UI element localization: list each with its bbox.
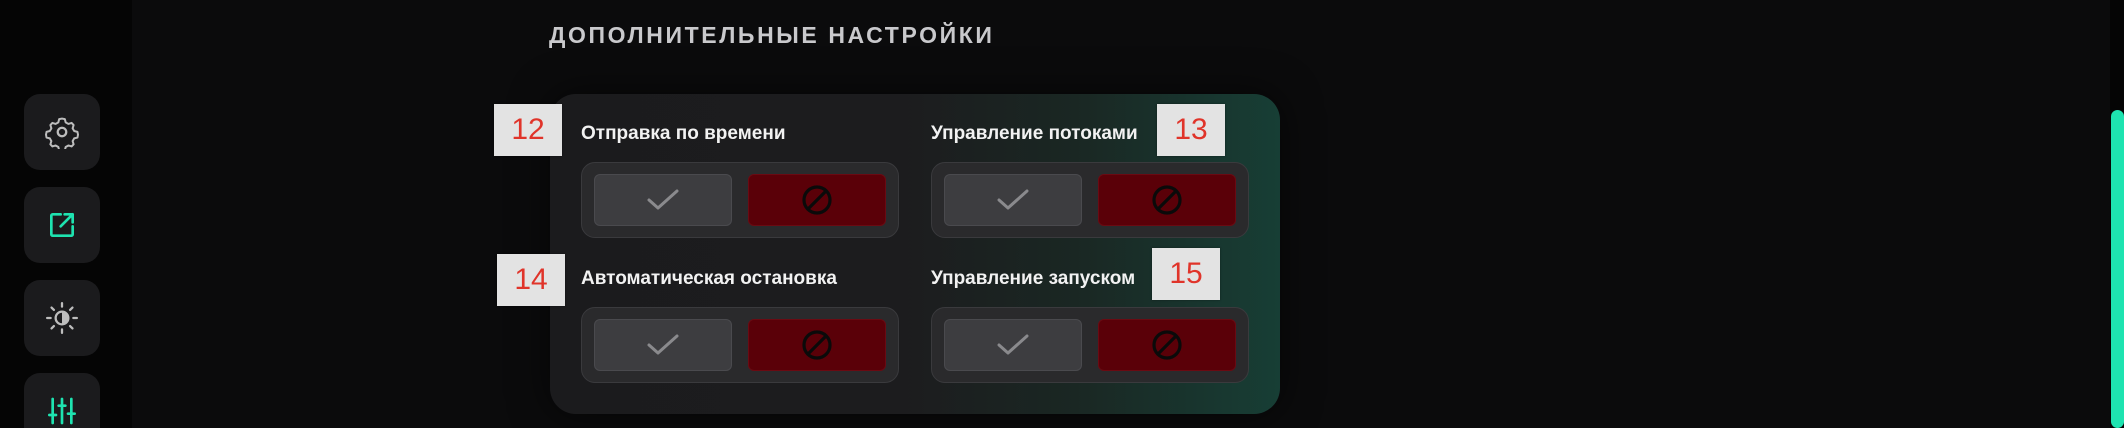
toggle-send-by-time bbox=[581, 162, 899, 238]
sidebar-item-theme[interactable] bbox=[24, 280, 100, 356]
check-icon bbox=[647, 334, 679, 355]
toggle-auto-stop bbox=[581, 307, 899, 383]
toggle-launch-control bbox=[931, 307, 1249, 383]
sliders-icon bbox=[48, 397, 76, 425]
check-icon bbox=[997, 334, 1029, 355]
allow-button[interactable] bbox=[594, 174, 732, 226]
forbidden-icon bbox=[802, 330, 832, 360]
app-root: ДОПОЛНИТЕЛЬНЫЕ НАСТРОЙКИ Отправка по вре… bbox=[0, 0, 2124, 428]
forbidden-icon bbox=[1152, 330, 1182, 360]
annotation-badge: 15 bbox=[1152, 248, 1220, 300]
setting-label-auto-stop: Автоматическая остановка bbox=[581, 268, 837, 289]
allow-button[interactable] bbox=[594, 319, 732, 371]
gear-icon bbox=[45, 117, 79, 149]
external-link-icon bbox=[50, 213, 74, 237]
sidebar bbox=[0, 0, 132, 428]
deny-button[interactable] bbox=[1098, 319, 1236, 371]
forbidden-icon bbox=[802, 185, 832, 215]
setting-label-send-by-time: Отправка по времени bbox=[581, 123, 786, 144]
toggle-thread-control bbox=[931, 162, 1249, 238]
deny-button[interactable] bbox=[1098, 174, 1236, 226]
setting-label-launch-control: Управление запуском bbox=[931, 268, 1136, 289]
allow-button[interactable] bbox=[944, 174, 1082, 226]
check-icon bbox=[997, 189, 1029, 210]
sidebar-item-advanced[interactable] bbox=[24, 373, 100, 428]
forbidden-icon bbox=[1152, 185, 1182, 215]
annotation-badge: 12 bbox=[494, 104, 562, 156]
annotation-badge: 13 bbox=[1157, 104, 1225, 156]
scrollbar-thumb[interactable] bbox=[2111, 110, 2124, 428]
sidebar-item-export[interactable] bbox=[24, 187, 100, 263]
setting-label-thread-control: Управление потоками bbox=[931, 123, 1138, 144]
deny-button[interactable] bbox=[748, 319, 886, 371]
check-icon bbox=[647, 189, 679, 210]
sidebar-item-settings[interactable] bbox=[24, 94, 100, 170]
annotation-badge: 14 bbox=[497, 254, 565, 306]
allow-button[interactable] bbox=[944, 319, 1082, 371]
brightness-icon bbox=[45, 301, 79, 335]
deny-button[interactable] bbox=[748, 174, 886, 226]
section-title: ДОПОЛНИТЕЛЬНЫЕ НАСТРОЙКИ bbox=[549, 22, 995, 48]
